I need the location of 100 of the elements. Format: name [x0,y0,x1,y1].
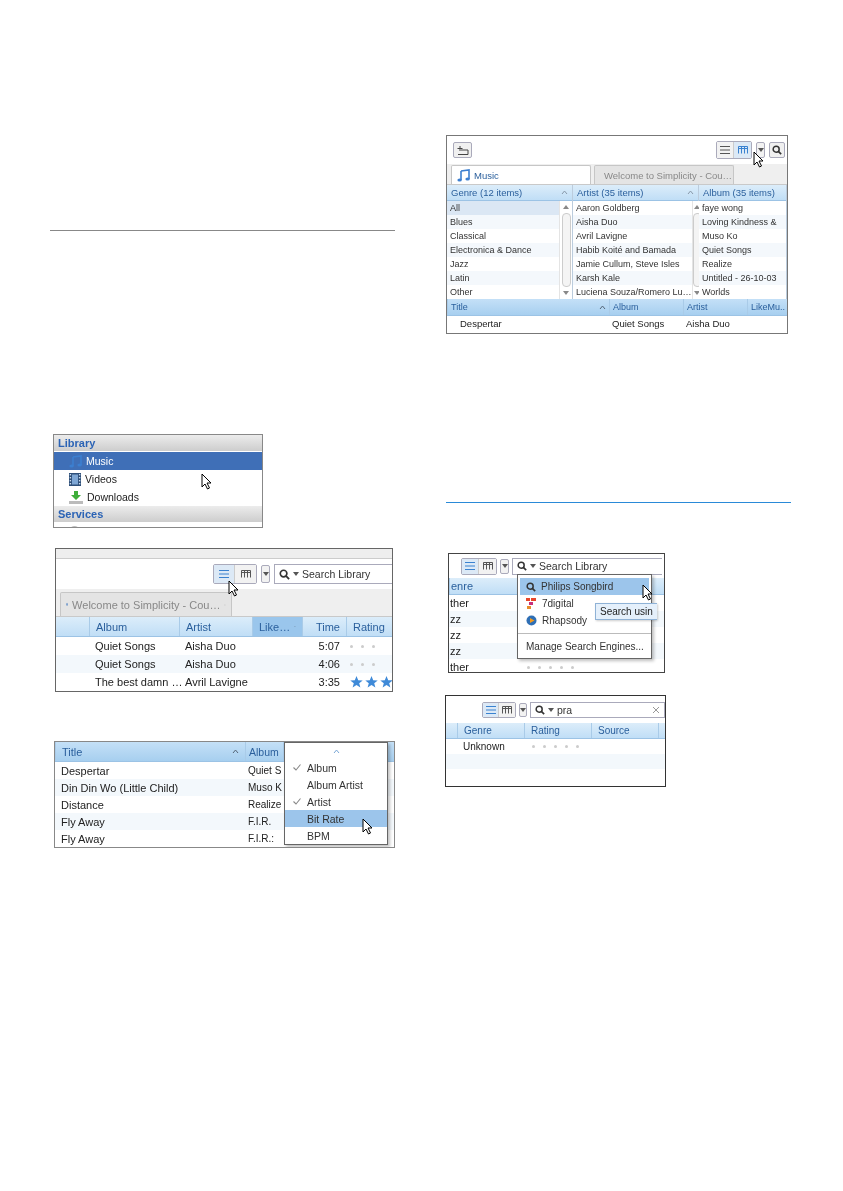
empty-star-dot [543,745,546,748]
search-field[interactable]: pra [530,701,665,718]
empty-star-dot [361,644,364,648]
library-item[interactable]: Music [54,452,262,470]
filter-item[interactable]: Electronica & Dance [447,243,559,257]
list-view-button[interactable] [483,702,499,717]
search-engine-item[interactable]: Philips Songbird [520,578,649,595]
filter-item[interactable]: Untitled - 26-10-03 [699,271,786,285]
search-icon [517,561,527,571]
table-cell-text: Unknown [462,741,506,752]
empty-star-dot [538,665,541,669]
star-rating[interactable] [350,644,375,648]
filter-item[interactable]: Karsh Kale [573,271,692,285]
list-icon [485,705,496,714]
view-menu-button[interactable] [519,702,527,717]
filter-item[interactable]: Quiet Songs [699,243,786,257]
star-icon [350,676,363,688]
mouse-cursor-icon [201,473,212,490]
menu-item[interactable]: Bit Rate [285,810,387,827]
check-icon [293,764,301,771]
library-tab[interactable]: Music [451,165,591,184]
table-cell-text: 3:35 [317,676,341,688]
filter-item[interactable]: All [447,201,559,215]
star-rating[interactable] [527,665,574,669]
close-icon[interactable] [652,705,660,714]
column-header[interactable]: Source [591,723,658,738]
empty-star-dot [576,745,579,748]
list-view-button[interactable] [214,565,235,583]
filter-item[interactable]: Latin [447,271,559,285]
dropdown-arrow-icon [563,291,569,295]
search-field[interactable]: Search Library [512,557,662,575]
table-cell-text: F.I.R. [247,816,273,827]
filter-item[interactable]: Blues [447,215,559,229]
filter-item[interactable]: Habib Koité and Bamada [573,243,692,257]
view-menu-button[interactable] [500,558,509,574]
dropdown-arrow-icon [530,564,536,568]
search-icon [535,704,545,715]
column-header[interactable]: Album [89,617,179,636]
scrollbar[interactable] [559,201,572,299]
filter-item[interactable]: Loving Kindness & [699,215,786,229]
table-cell-text: The best damn … [94,676,179,688]
dropdown-arrow-icon [262,572,269,576]
empty-star-dot [527,665,530,669]
column-header[interactable]: Title [447,299,609,315]
sort-caret-icon [332,748,340,754]
filter-item[interactable]: Aisha Duo [573,215,692,229]
menu-item[interactable]: Artist [285,793,387,810]
menu-item[interactable]: Manage Search Engines... [518,638,651,655]
column-header[interactable]: Artist [683,299,747,315]
check-icon [293,798,301,805]
columns-icon [240,570,251,578]
pane-header[interactable]: Genre (12 items) [447,185,572,201]
table-cell-text: Quiet Songs [94,640,157,652]
sort-caret-icon [687,190,694,195]
dropdown-arrow-icon [563,205,569,209]
download-arrow-icon [69,490,83,504]
empty-star-dot [350,662,353,666]
dropdown-arrow-icon [757,148,764,152]
view-menu-button[interactable] [261,565,270,583]
columns-icon [737,146,748,154]
list-view-button[interactable] [462,558,479,574]
dots-logo-icon [526,598,537,609]
table-cell-text: Despertar [459,318,503,329]
column-header[interactable]: Title [55,742,245,761]
list-icon [720,146,730,154]
menu-item[interactable]: BPM [285,827,387,844]
column-header[interactable]: Genre [457,723,524,738]
column-header[interactable]: Album [609,299,683,315]
list-view-button[interactable] [717,142,734,158]
dropdown-arrow-icon [694,205,701,209]
search-button[interactable] [769,142,785,158]
tooltip: Search usin [595,603,657,620]
menu-item[interactable]: Album Artist [285,776,387,793]
column-view-button[interactable] [734,142,751,158]
column-header[interactable]: Album [245,742,283,761]
table-cell-text: 4:06 [317,658,341,670]
pane-header[interactable]: Album (35 items) [699,185,786,201]
menu-item[interactable]: Album [285,759,387,776]
empty-star-dot [350,644,353,648]
music-note-icon [69,454,82,468]
dropdown-arrow-icon [694,291,701,295]
column-header[interactable]: LikeMu.. [747,299,787,315]
column-view-button[interactable] [499,702,515,717]
column-header[interactable]: Time [302,617,346,636]
dropdown-arrow-icon [548,707,554,712]
empty-star-dot [372,662,375,666]
search-field[interactable]: Search Library [274,564,392,584]
star-rating[interactable] [532,745,579,748]
table-cell-text: Quiet Songs [611,318,666,329]
columns-icon [502,705,512,714]
star-rating[interactable] [350,662,375,666]
empty-star-dot [554,745,557,748]
star-rating[interactable] [350,676,392,688]
music-note-icon [457,168,470,182]
column-header[interactable]: Rating [524,723,591,738]
new-tab-button[interactable] [453,142,472,158]
column-header[interactable]: Like… [252,617,302,636]
column-header[interactable]: Rating [346,617,392,636]
pane-header[interactable]: Artist (35 items) [573,185,698,201]
table-cell-text: Muso K [247,782,283,793]
